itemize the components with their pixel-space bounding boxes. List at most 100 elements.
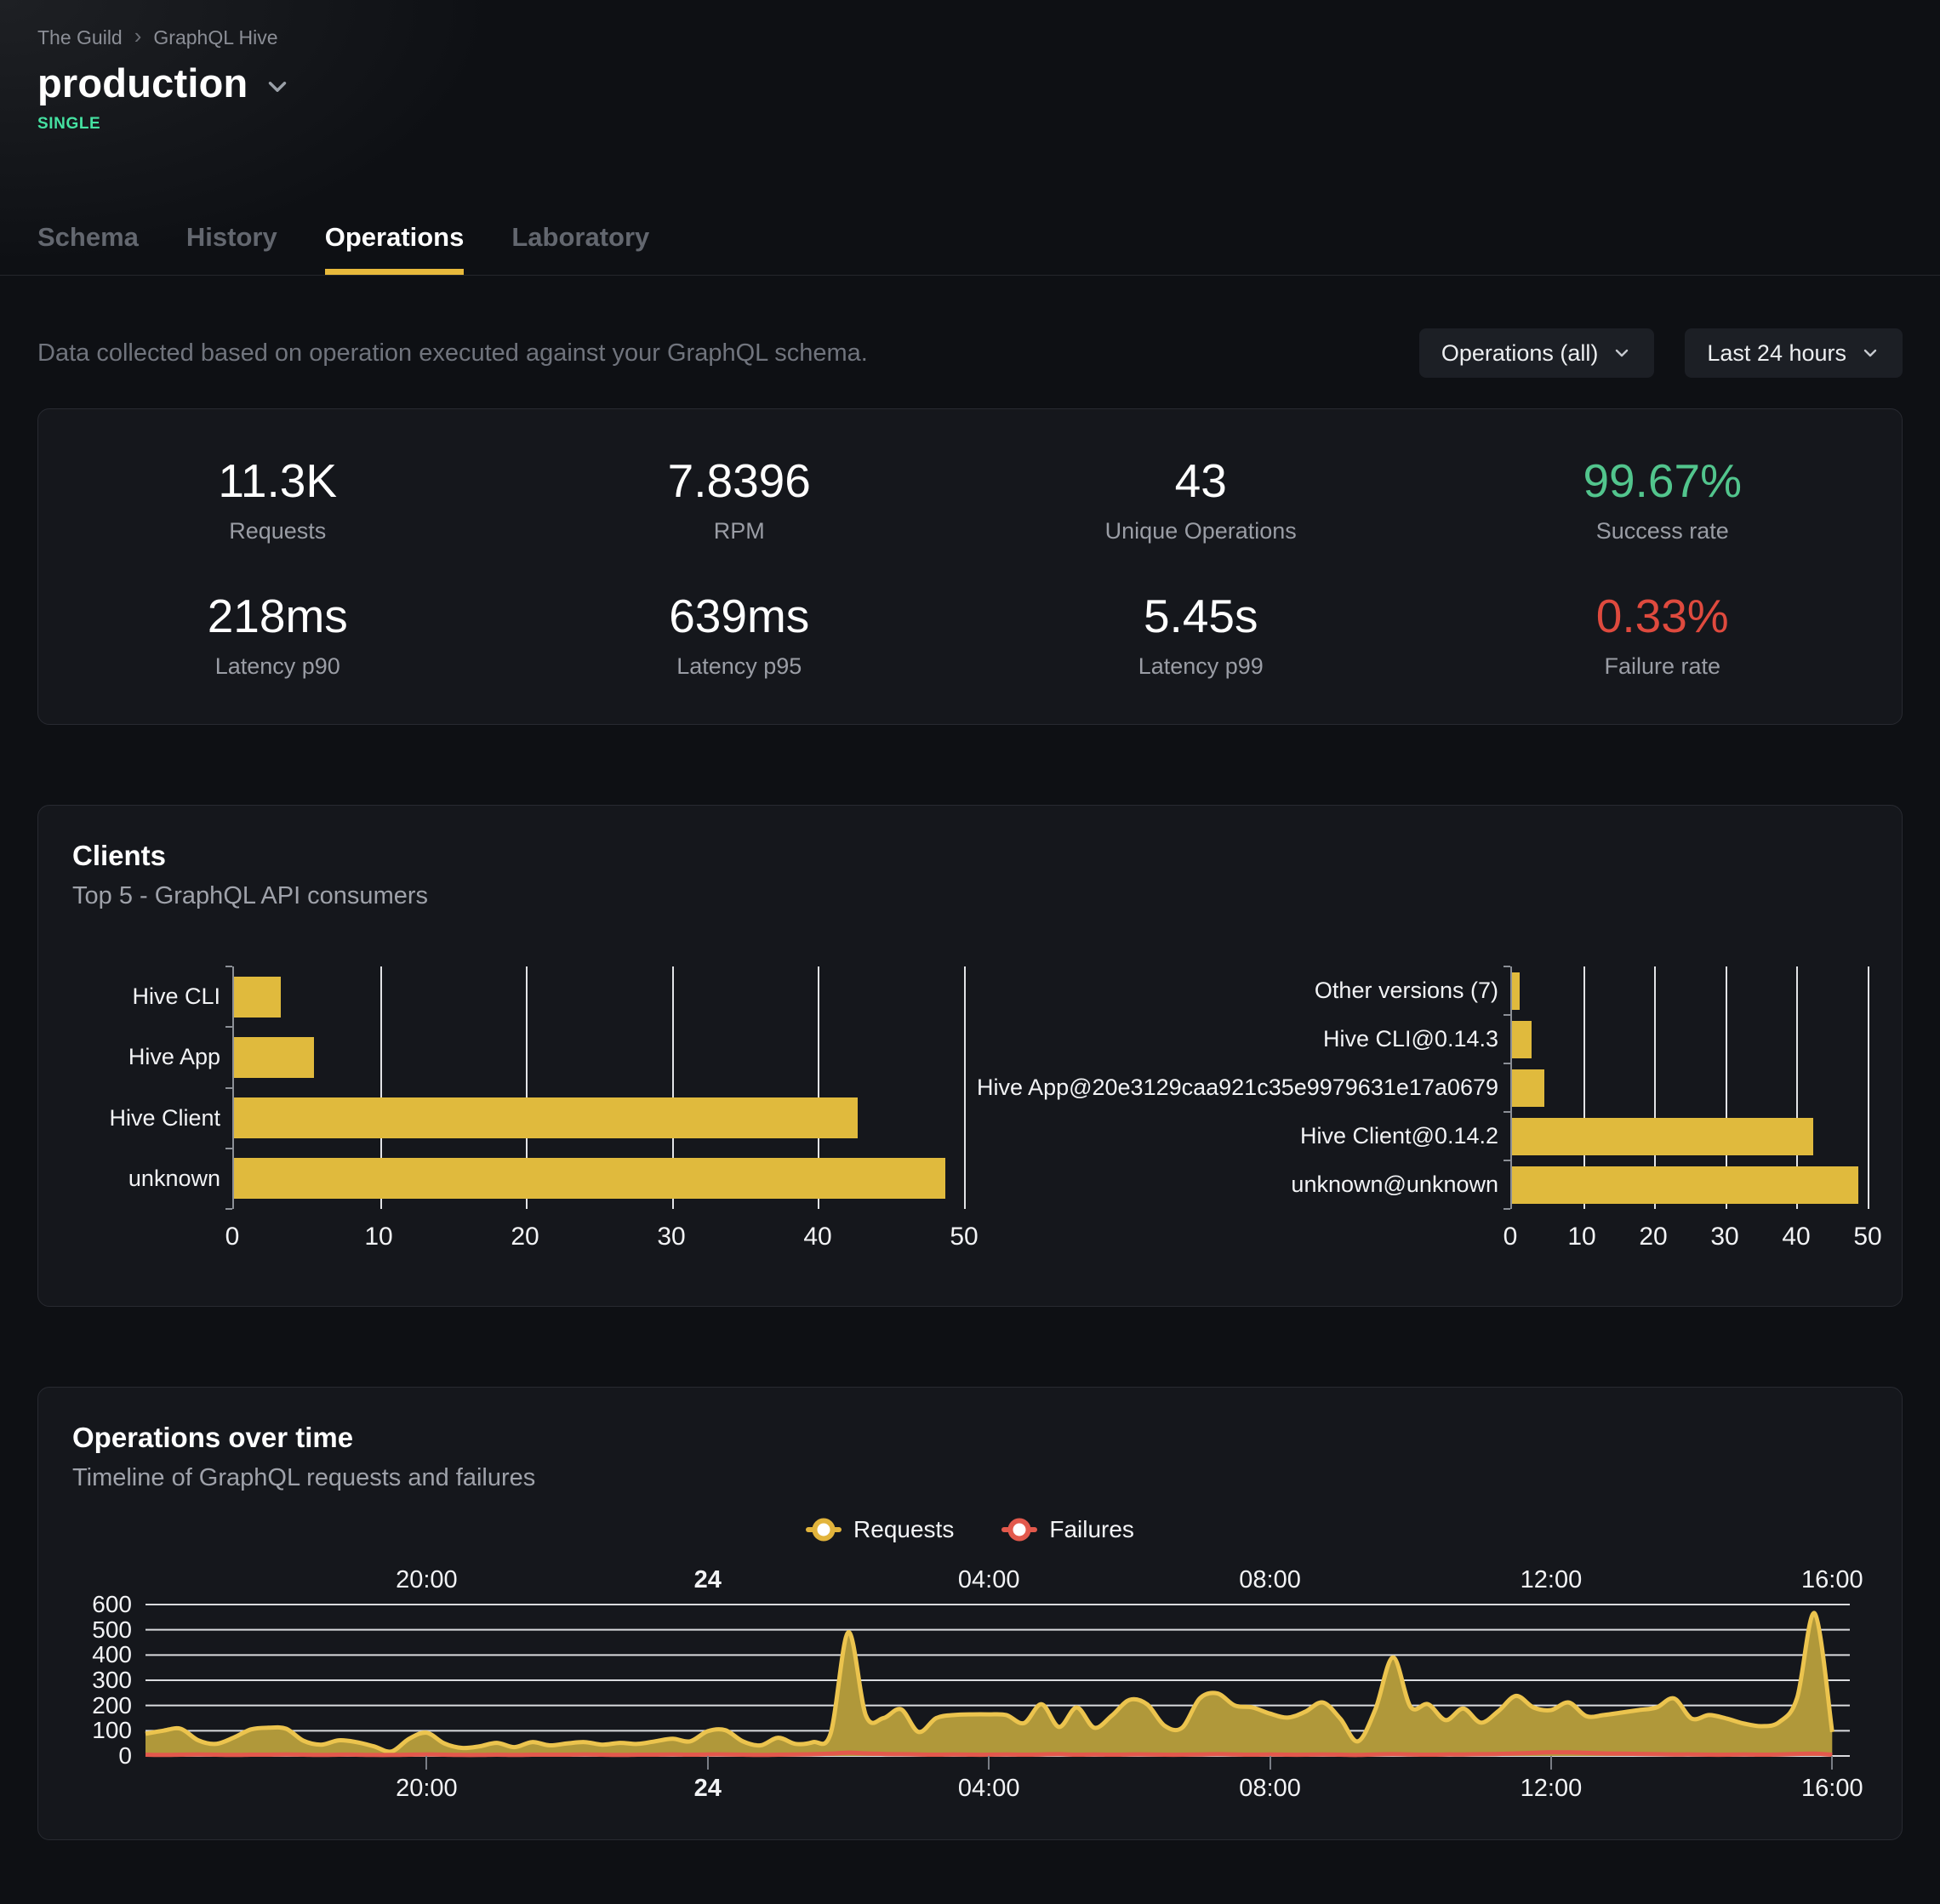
stat-value: 639ms — [509, 589, 971, 643]
bar-row — [1512, 1160, 1868, 1209]
stat-value: 5.45s — [970, 589, 1432, 643]
bar-category-label: unknown — [72, 1149, 232, 1209]
x-axis-tick-label: 24 — [694, 1775, 722, 1803]
requests-legend-marker-icon — [806, 1527, 842, 1532]
bar[interactable] — [234, 977, 281, 1018]
breadcrumb-project[interactable]: GraphQL Hive — [153, 26, 277, 49]
x-axis-tick-label: 04:00 — [958, 1775, 1020, 1803]
bar[interactable] — [1512, 1118, 1813, 1155]
operations-filter-dropdown[interactable]: Operations (all) — [1419, 328, 1655, 378]
tab-schema[interactable]: Schema — [37, 222, 139, 275]
operations-timeline-chart[interactable]: 20:002404:0008:0012:0016:00 010020030040… — [146, 1564, 1850, 1797]
x-axis-tick-label: 40 — [803, 1223, 831, 1251]
stat-label: Latency p90 — [47, 653, 509, 680]
y-axis-tick-label: 200 — [92, 1692, 132, 1719]
bar[interactable] — [1512, 1069, 1544, 1107]
y-axis-tick-label: 0 — [118, 1742, 132, 1770]
tab-history[interactable]: History — [186, 222, 277, 275]
clients-subtitle: Top 5 - GraphQL API consumers — [72, 882, 1868, 910]
stat-requests: 11.3K Requests — [47, 453, 509, 544]
x-axis-tick-label: 16:00 — [1801, 1566, 1863, 1594]
clients-panel: Clients Top 5 - GraphQL API consumers Hi… — [37, 805, 1903, 1307]
chart-legend: Requests Failures — [72, 1516, 1868, 1543]
y-axis-tick-label: 600 — [92, 1591, 132, 1618]
requests-area — [146, 1613, 1832, 1756]
stat-label: Latency p99 — [970, 653, 1432, 680]
bar[interactable] — [234, 1097, 858, 1138]
x-axis-tick-label: 30 — [1710, 1223, 1738, 1251]
y-axis-tick-label: 500 — [92, 1616, 132, 1644]
gridline — [964, 966, 966, 1209]
target-type-badge: SINGLE — [37, 115, 1903, 134]
breadcrumb-org[interactable]: The Guild — [37, 26, 123, 49]
stat-label: Success rate — [1432, 518, 1894, 544]
breadcrumb: The Guild › GraphQL Hive — [37, 26, 1903, 49]
x-axis-tick-label: 50 — [1853, 1223, 1881, 1251]
x-axis-tick-label: 20:00 — [396, 1566, 458, 1594]
toolbar: Data collected based on operation execut… — [37, 328, 1903, 378]
x-axis-tick-label: 24 — [694, 1566, 722, 1594]
clients-by-version-chart[interactable]: Other versions (7)Hive CLI@0.14.3Hive Ap… — [1024, 966, 1868, 1251]
stat-failure-rate: 0.33% Failure rate — [1432, 589, 1894, 680]
bar[interactable] — [1512, 1166, 1858, 1204]
x-axis-tick-label: 30 — [657, 1223, 685, 1251]
failures-legend-marker-icon — [1001, 1527, 1037, 1532]
clients-by-name-chart[interactable]: Hive CLIHive AppHive Clientunknown010203… — [72, 966, 964, 1251]
operations-title: Operations over time — [72, 1422, 1868, 1454]
timeline-x-axis-bottom: 20:002404:0008:0012:0016:00 — [146, 1756, 1850, 1797]
timeline-plot-area[interactable]: 0100200300400500600 — [146, 1605, 1850, 1756]
stat-label: Unique Operations — [970, 518, 1432, 544]
bar-category-label: Hive App@20e3129caa921c35e9979631e17a067… — [1024, 1063, 1510, 1112]
time-range-dropdown[interactable]: Last 24 hours — [1685, 328, 1903, 378]
chevron-down-icon[interactable] — [263, 72, 292, 101]
x-axis-tick-label: 0 — [225, 1223, 240, 1251]
bar-category-label: Hive CLI — [72, 966, 232, 1027]
bar[interactable] — [1512, 1021, 1532, 1058]
breadcrumb-separator-icon: › — [134, 23, 142, 49]
stat-label: Latency p95 — [509, 653, 971, 680]
stat-label: Requests — [47, 518, 509, 544]
timeline-svg — [146, 1605, 1850, 1756]
data-description: Data collected based on operation execut… — [37, 339, 868, 368]
bar[interactable] — [1512, 972, 1520, 1010]
legend-item-failures[interactable]: Failures — [1001, 1516, 1134, 1543]
stat-label: Failure rate — [1432, 653, 1894, 680]
stat-value: 43 — [970, 453, 1432, 508]
operations-over-time-panel: Operations over time Timeline of GraphQL… — [37, 1387, 1903, 1840]
tab-operations[interactable]: Operations — [325, 222, 465, 275]
stat-value: 99.67% — [1432, 453, 1894, 508]
x-axis-tick-label: 12:00 — [1521, 1775, 1583, 1803]
bar-row — [234, 1149, 964, 1209]
y-axis-tick-label: 400 — [92, 1641, 132, 1668]
legend-item-requests[interactable]: Requests — [806, 1516, 954, 1543]
page-title: production — [37, 60, 248, 106]
tab-laboratory[interactable]: Laboratory — [511, 222, 649, 275]
bar-category-label: Hive CLI@0.14.3 — [1024, 1015, 1510, 1063]
x-axis-tick-label: 50 — [950, 1223, 978, 1251]
chevron-down-icon — [1612, 343, 1632, 363]
x-axis-tick-label: 20 — [511, 1223, 539, 1251]
bar-category-label: Other versions (7) — [1024, 966, 1510, 1015]
bar-row — [1512, 966, 1868, 1015]
bar[interactable] — [234, 1158, 945, 1199]
bar-category-label: Hive Client — [72, 1088, 232, 1149]
x-axis-tick-label: 0 — [1504, 1223, 1518, 1251]
bar-category-label: Hive Client@0.14.2 — [1024, 1112, 1510, 1160]
stat-unique-operations: 43 Unique Operations — [970, 453, 1432, 544]
bar[interactable] — [234, 1037, 314, 1078]
bar-row — [234, 1088, 964, 1149]
operations-filter-label: Operations (all) — [1441, 340, 1599, 367]
stat-latency-p95: 639ms Latency p95 — [509, 589, 971, 680]
x-axis-tick — [1831, 1756, 1833, 1770]
x-axis-tick-label: 20:00 — [396, 1775, 458, 1803]
bar-row — [234, 966, 964, 1027]
x-axis-tick-label: 10 — [1567, 1223, 1595, 1251]
tab-bar: Schema History Operations Laboratory — [0, 222, 1940, 276]
chevron-down-icon — [1860, 343, 1880, 363]
x-axis-tick — [1550, 1756, 1552, 1770]
legend-label: Failures — [1049, 1516, 1134, 1543]
stat-latency-p90: 218ms Latency p90 — [47, 589, 509, 680]
bar-row — [234, 1027, 964, 1087]
stat-latency-p99: 5.45s Latency p99 — [970, 589, 1432, 680]
gridline — [1868, 966, 1869, 1209]
